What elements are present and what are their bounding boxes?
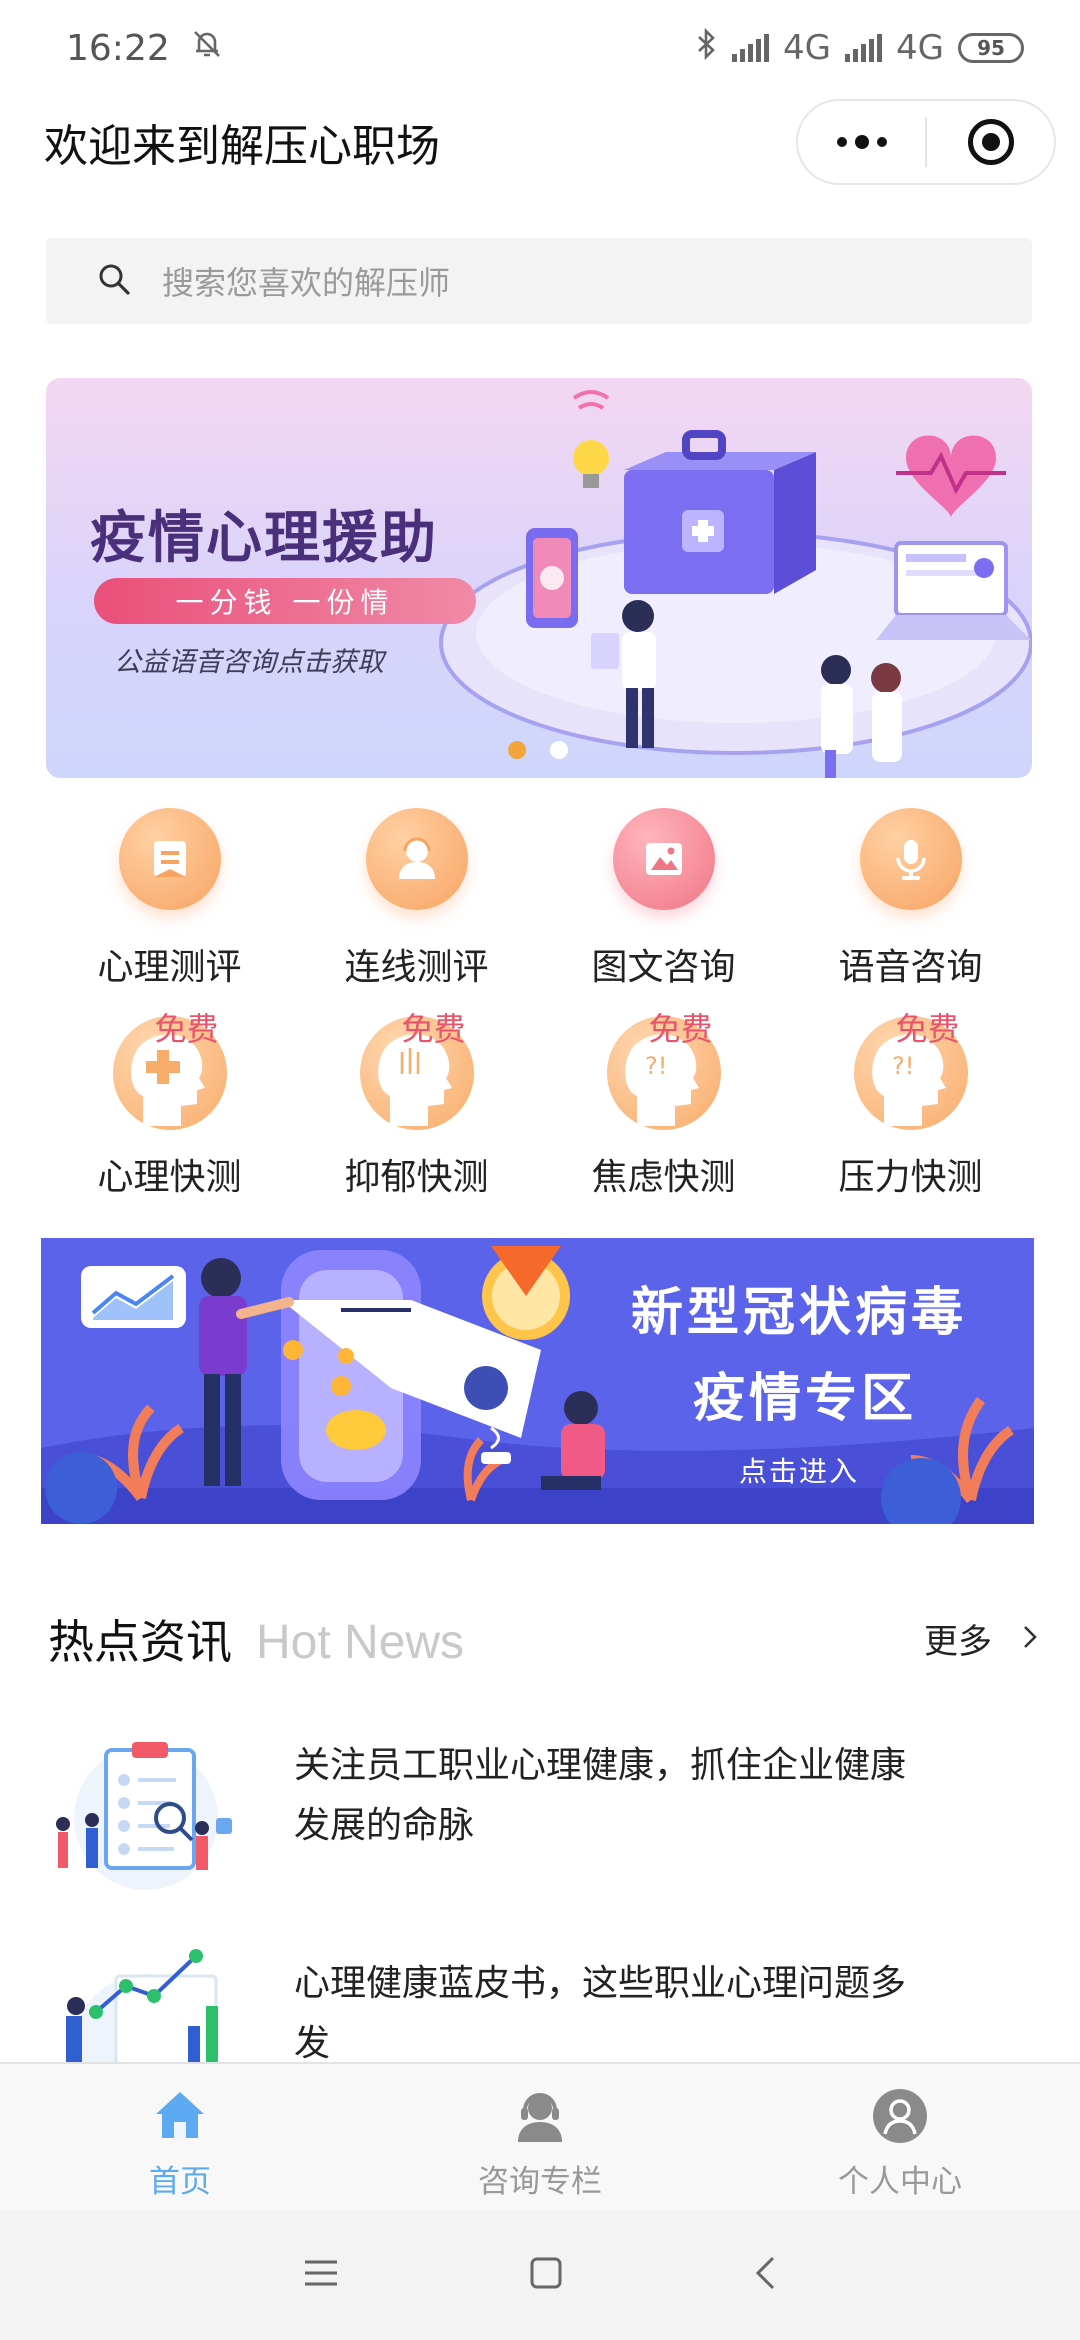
service-label: 图文咨询 (591, 947, 736, 988)
free-tag: 免费 (895, 1010, 960, 1048)
news-headline: 关注员工职业心理健康，抓住企业健康 发展的命脉 (294, 1728, 994, 1908)
service-label: 连线测评 (344, 947, 489, 988)
network-label-1: 4G (783, 28, 832, 68)
network-label-2: 4G (896, 28, 944, 68)
quick-test-label: 压力快测 (838, 1157, 983, 1198)
more-dots-icon (836, 135, 887, 149)
tab-bar: 首页 咨询专栏 个人中心 (0, 2062, 1080, 2210)
chevron-right-icon (1022, 1619, 1038, 1659)
free-tag: 免费 (648, 1010, 713, 1048)
search-bar[interactable]: 搜索您喜欢的解压师 (46, 238, 1032, 324)
headset-person-icon (512, 2088, 568, 2148)
section-subtitle: Hot News (256, 1616, 465, 1669)
home-icon (152, 2088, 208, 2148)
covid-title-line2: 疫情专区 (693, 1369, 918, 1429)
service-psych-assessment[interactable]: 心理测评 (46, 808, 293, 990)
tab-label: 首页 (149, 2164, 211, 2200)
news-item[interactable]: 心理健康蓝皮书，这些职业心理问题多 发 (46, 1946, 1036, 2062)
news-thumbnail (56, 1742, 232, 1890)
mute-bell-icon (190, 27, 224, 70)
menu-icon[interactable] (303, 2258, 339, 2292)
microphone-icon (859, 808, 962, 910)
tab-home[interactable]: 首页 (0, 2064, 360, 2210)
tab-consult-column[interactable]: 咨询专栏 (360, 2064, 720, 2210)
banner-psych-aid[interactable]: 疫情心理援助 一分钱 一份情 公益语音咨询点击获取 (46, 378, 1032, 778)
carousel-indicator (508, 741, 568, 759)
quick-test-psych[interactable]: 免费 心理快测 (46, 1010, 293, 1200)
tab-profile[interactable]: 个人中心 (720, 2064, 1080, 2210)
covid-title-line1: 新型冠状病毒 (631, 1283, 968, 1343)
bluetooth-icon (694, 27, 718, 70)
back-icon[interactable] (753, 2255, 777, 2295)
service-label: 语音咨询 (838, 947, 983, 988)
service-text-consult[interactable]: 图文咨询 (540, 808, 787, 990)
service-grid: 心理测评 连线测评 图文咨询 语音咨询 免费 心理快测 免费 抑郁快测 ?! 免… (46, 808, 1034, 1200)
counselor-icon (365, 808, 468, 910)
free-tag: 免费 (401, 1010, 466, 1048)
news-headline-line: 心理健康蓝皮书，这些职业心理问题多 (294, 1963, 907, 2004)
news-headline-line: 关注员工职业心理健康，抓住企业健康 (294, 1745, 907, 1786)
quick-test-label: 心理快测 (97, 1157, 242, 1198)
service-voice-consult[interactable]: 语音咨询 (787, 808, 1034, 990)
quick-test-stress[interactable]: ?! 免费 压力快测 (787, 1010, 1034, 1200)
signal-icon (845, 34, 883, 62)
banner-pill: 一分钱 一份情 (94, 578, 476, 624)
signal-icon (732, 34, 770, 62)
system-navigation-bar (0, 2210, 1080, 2340)
close-miniprogram-button[interactable] (927, 101, 1054, 183)
banner-headline: 疫情心理援助 (90, 506, 438, 571)
search-placeholder: 搜索您喜欢的解压师 (162, 264, 451, 302)
news-thumbnail (66, 1949, 218, 2062)
image-icon (612, 808, 715, 910)
home-square-icon[interactable] (529, 2256, 563, 2294)
quick-test-label: 抑郁快测 (344, 1157, 489, 1198)
service-online-assessment[interactable]: 连线测评 (293, 808, 540, 990)
page-title: 欢迎来到解压心职场 (44, 121, 440, 172)
tab-label: 咨询专栏 (478, 2164, 602, 2200)
free-tag: 免费 (154, 1010, 219, 1048)
more-button[interactable]: 更多 (924, 1614, 1038, 1663)
target-icon (967, 119, 1014, 165)
service-label: 心理测评 (97, 947, 242, 988)
hot-news-header: 热点资讯 Hot News 更多 (48, 1606, 1038, 1672)
banner-covid-zone[interactable]: 新型冠状病毒 疫情专区 点击进入 (41, 1238, 1034, 1524)
svg-text:?!: ?! (892, 1052, 914, 1080)
svg-text:?!: ?! (645, 1052, 667, 1080)
news-headline: 心理健康蓝皮书，这些职业心理问题多 发 (294, 1946, 994, 2062)
covid-enter-link[interactable]: 点击进入 (739, 1450, 859, 1490)
more-button[interactable] (798, 101, 925, 183)
banner-subline: 公益语音咨询点击获取 (114, 647, 384, 678)
document-icon (118, 808, 221, 910)
carousel-dot-active (508, 741, 526, 759)
news-item[interactable]: 关注员工职业心理健康，抓住企业健康 发展的命脉 (46, 1728, 1036, 1908)
section-title: 热点资讯 (48, 1615, 232, 1669)
status-bar: 16:22 4G 4G 95 (0, 0, 1080, 96)
tab-label: 个人中心 (838, 2164, 962, 2200)
quick-test-label: 焦虑快测 (591, 1157, 736, 1198)
search-icon (96, 261, 132, 301)
title-bar: 欢迎来到解压心职场 (0, 96, 1080, 188)
news-headline-line: 发 (294, 2023, 331, 2062)
quick-test-row: 免费 心理快测 免费 抑郁快测 ?! 免费 焦虑快测 ?! 免费 压力快测 (46, 1010, 1034, 1200)
more-label: 更多 (924, 1622, 992, 1662)
service-row: 心理测评 连线测评 图文咨询 语音咨询 (46, 808, 1034, 990)
status-time: 16:22 (66, 27, 170, 69)
quick-test-anxiety[interactable]: ?! 免费 焦虑快测 (540, 1010, 787, 1200)
user-icon (872, 2088, 928, 2148)
battery-indicator: 95 (958, 33, 1024, 63)
carousel-dot (550, 741, 568, 759)
miniprogram-capsule (796, 99, 1056, 185)
quick-test-depression[interactable]: 免费 抑郁快测 (293, 1010, 540, 1200)
news-headline-line: 发展的命脉 (294, 1805, 475, 1846)
